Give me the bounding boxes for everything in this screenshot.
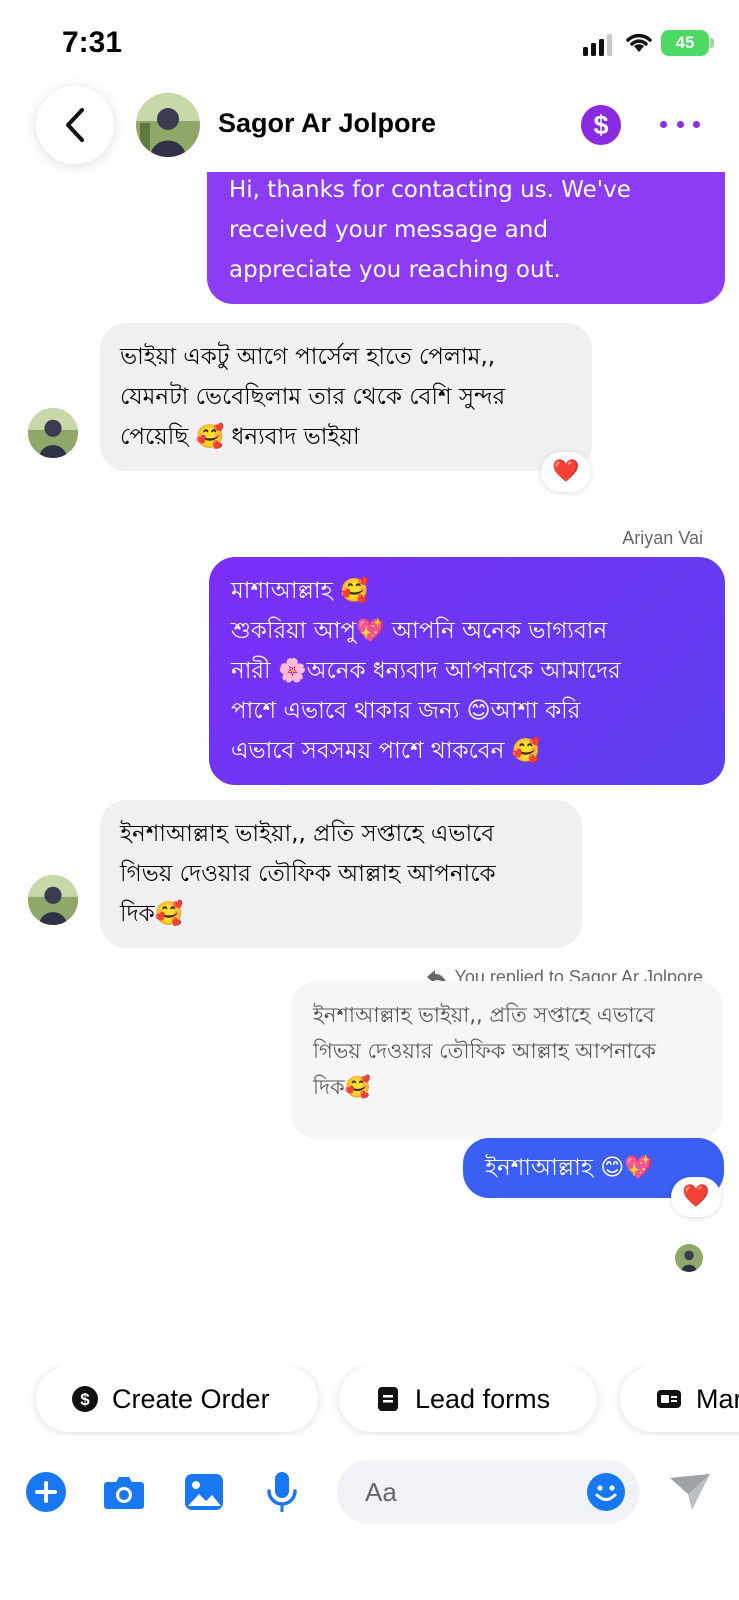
chip-label: Lead forms xyxy=(415,1383,551,1414)
contact-name[interactable]: Sagor Ar Jolpore xyxy=(218,108,436,139)
gallery-icon[interactable] xyxy=(182,1470,226,1514)
seen-avatar xyxy=(675,1244,703,1272)
battery-indicator: 45 xyxy=(661,30,709,56)
dot-icon xyxy=(676,120,684,128)
heart-reaction[interactable]: ❤️ xyxy=(671,1177,721,1217)
avatar-image xyxy=(675,1244,703,1272)
chip-label: Create Order xyxy=(112,1383,270,1414)
sender-avatar[interactable] xyxy=(28,408,78,458)
camera-icon[interactable] xyxy=(102,1470,146,1514)
lead-forms-chip[interactable]: Lead forms xyxy=(339,1366,597,1432)
signal-icon xyxy=(583,34,612,56)
microphone-icon[interactable] xyxy=(260,1470,304,1514)
more-options-button[interactable] xyxy=(660,112,700,136)
avatar-image xyxy=(136,93,200,157)
svg-text:$: $ xyxy=(80,1390,90,1409)
status-time: 7:31 xyxy=(62,26,123,59)
heart-reaction[interactable]: ❤️ xyxy=(541,452,591,492)
form-icon xyxy=(378,1387,398,1411)
payment-button[interactable]: $ xyxy=(581,105,621,145)
dollar-circle-icon: $ xyxy=(72,1386,98,1412)
send-icon[interactable] xyxy=(668,1472,712,1512)
quick-actions: $ Create Order Lead forms Mar xyxy=(0,1366,739,1436)
create-order-chip[interactable]: $ Create Order xyxy=(36,1366,318,1432)
emoji-icon[interactable] xyxy=(586,1472,626,1512)
avatar-image xyxy=(28,408,78,458)
back-button[interactable] xyxy=(36,86,114,164)
outgoing-message[interactable]: Hi, thanks for contacting us. We've rece… xyxy=(207,172,725,304)
chevron-left-icon xyxy=(66,108,84,142)
incoming-message[interactable]: ইনশাআল্লাহ ভাইয়া,, প্রতি সপ্তাহে এভাবে … xyxy=(100,800,582,948)
message-list[interactable]: Hi, thanks for contacting us. We've rece… xyxy=(0,172,739,1342)
plus-icon[interactable] xyxy=(24,1470,68,1514)
contact-avatar[interactable] xyxy=(136,93,200,157)
battery-cap xyxy=(710,38,714,48)
sender-label: Ariyan Vai xyxy=(622,528,703,548)
chip-label: Mar xyxy=(696,1383,739,1414)
incoming-message[interactable]: ভাইয়া একটু আগে পার্সেল হাতে পেলাম,, যেম… xyxy=(100,323,592,471)
sender-avatar[interactable] xyxy=(28,875,78,925)
card-icon xyxy=(657,1390,681,1408)
wifi-icon xyxy=(626,33,652,52)
composer-bar xyxy=(0,1450,739,1540)
dot-icon xyxy=(660,120,667,128)
conversation-header: Sagor Ar Jolpore $ xyxy=(0,84,739,172)
avatar-image xyxy=(28,875,78,925)
mar-chip[interactable]: Mar xyxy=(620,1366,739,1432)
quoted-message[interactable]: ইনশাআল্লাহ ভাইয়া,, প্রতি সপ্তাহে এভাবে … xyxy=(291,981,723,1139)
outgoing-message[interactable]: মাশাআল্লাহ 🥰 শুকরিয়া আপু💖 আপনি অনেক ভাগ… xyxy=(209,557,725,785)
dot-icon xyxy=(693,120,700,128)
status-bar: 7:31 45 xyxy=(0,0,739,80)
